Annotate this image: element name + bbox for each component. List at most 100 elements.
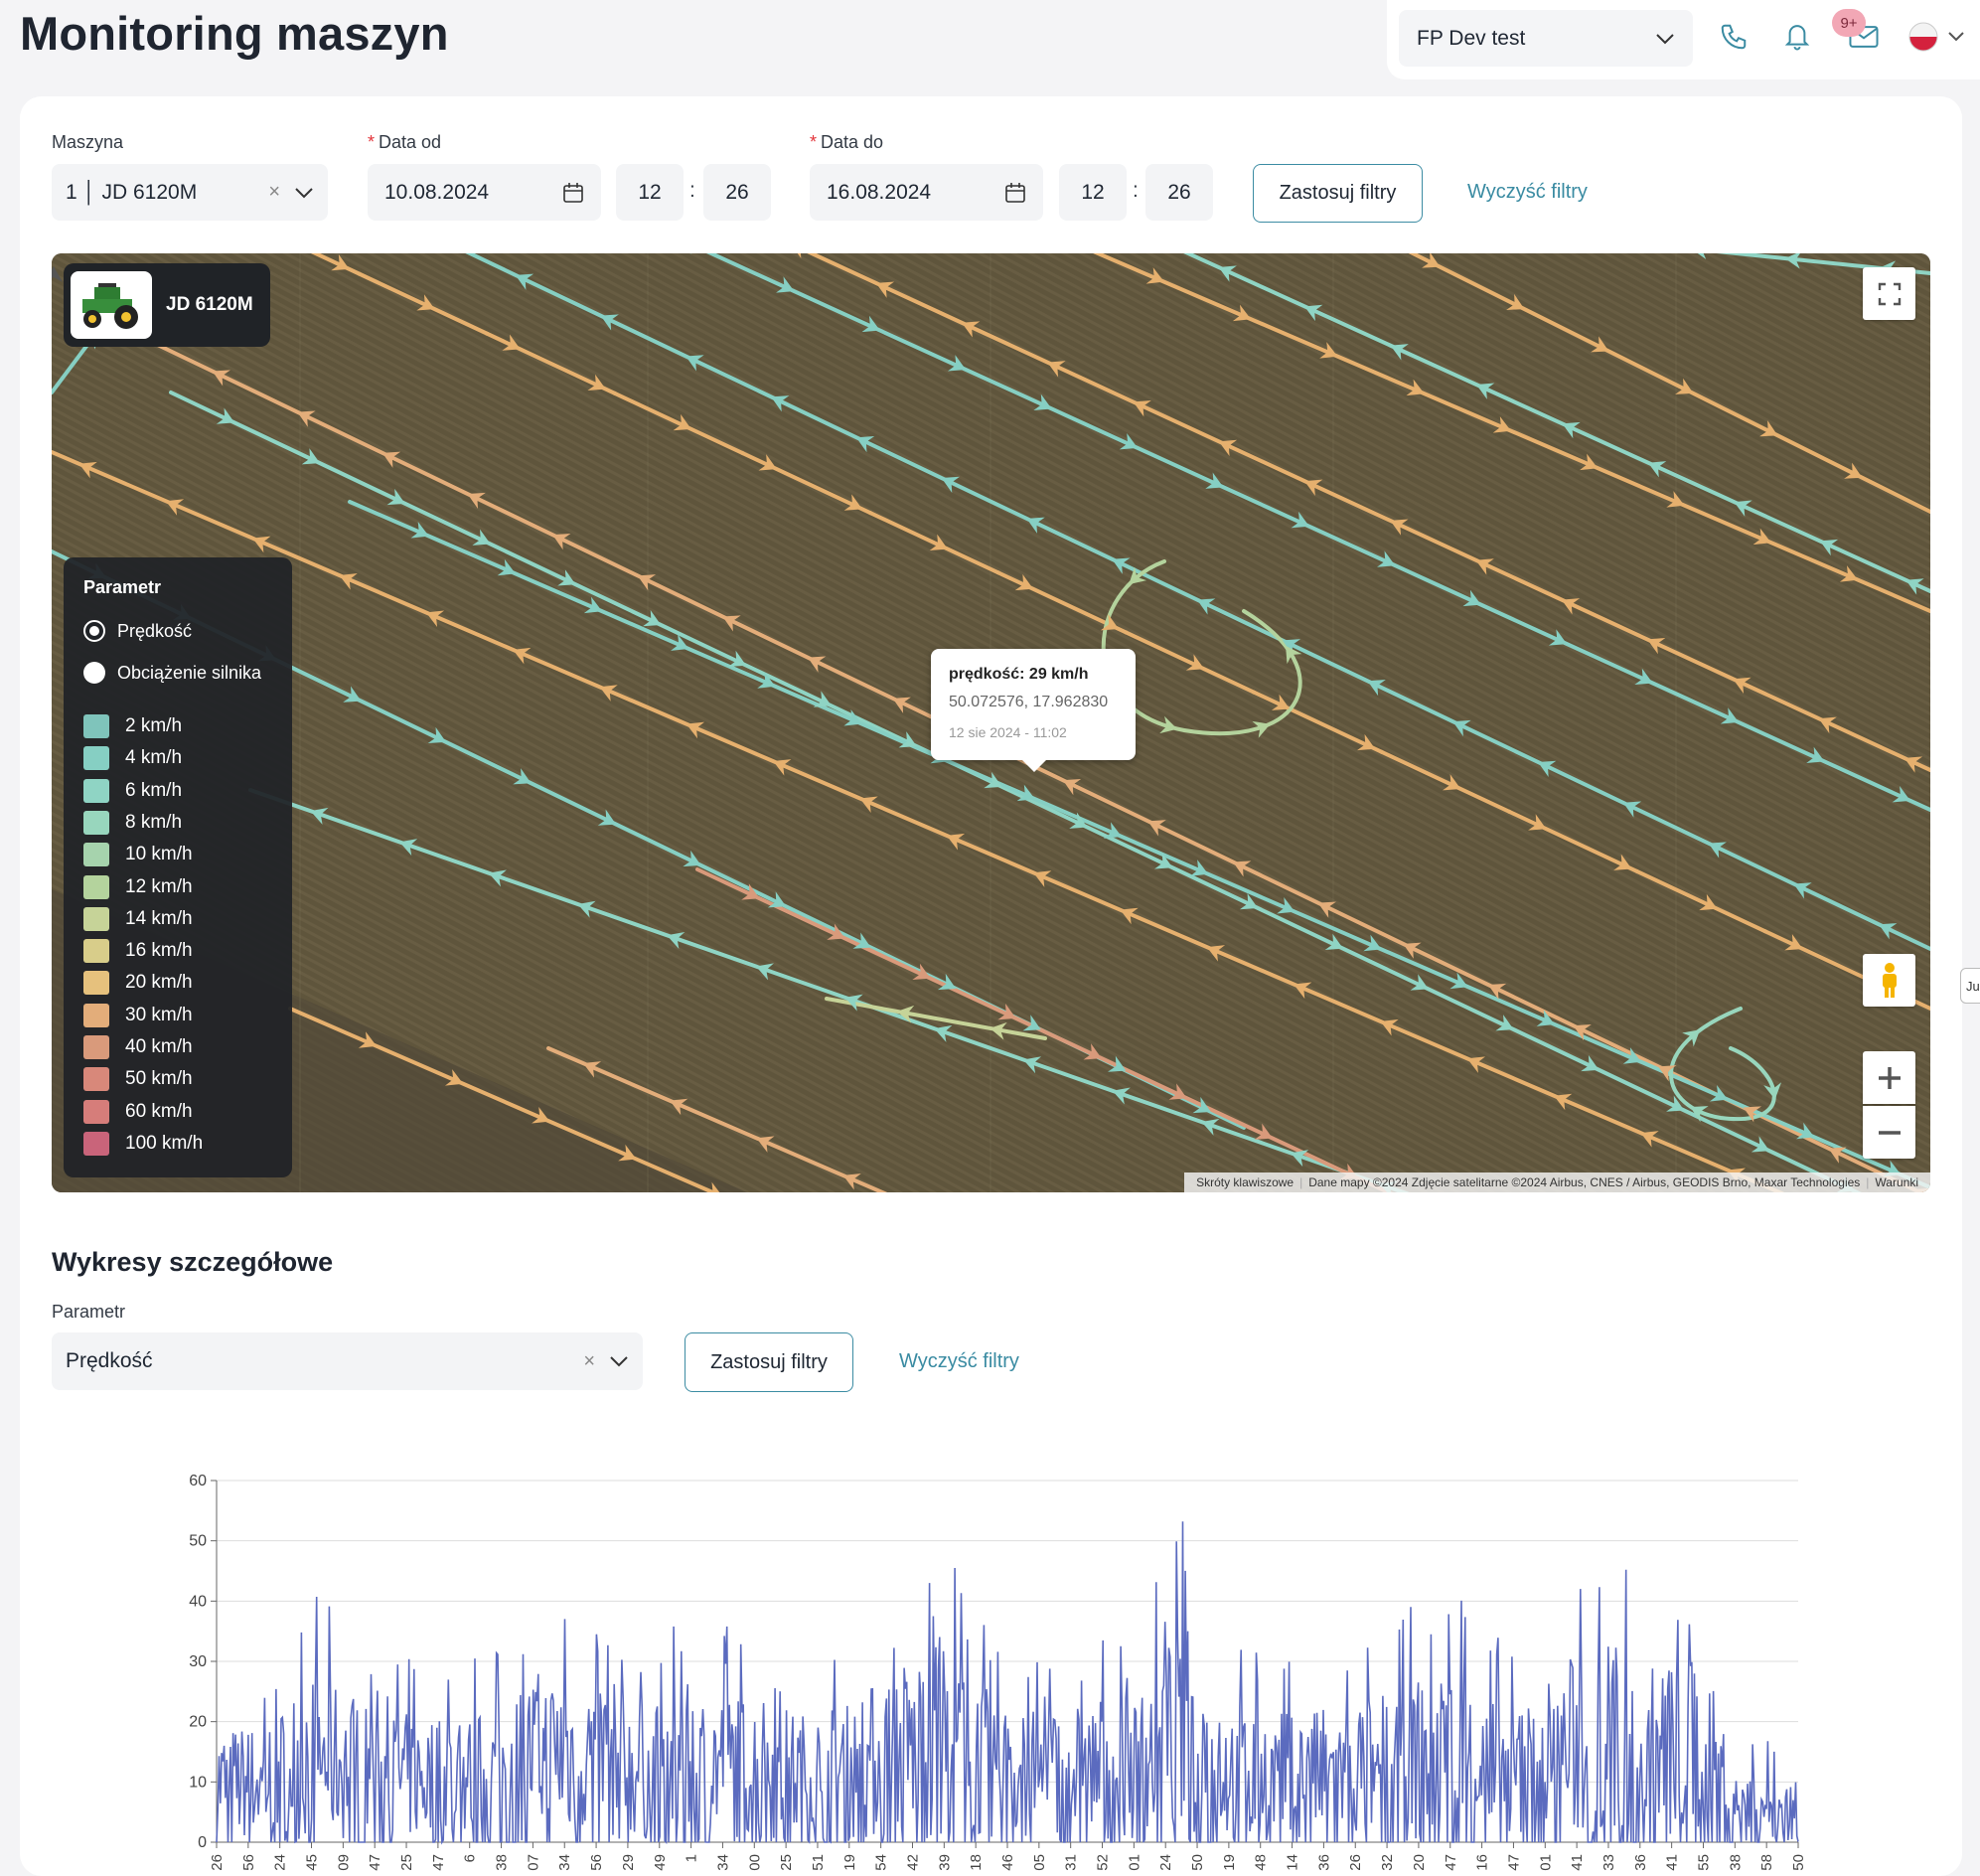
language-chevron-icon[interactable] <box>1947 31 1965 43</box>
tractor-icon <box>82 283 138 329</box>
x-tick-label: 09 <box>335 1854 352 1871</box>
scale-swatch <box>83 971 109 996</box>
time-separator: : <box>1133 179 1139 202</box>
date-from-label: * Data od <box>368 132 442 152</box>
clear-x-icon[interactable]: × <box>583 1350 595 1373</box>
bell-icon[interactable] <box>1782 20 1812 52</box>
minus-icon <box>1878 1130 1901 1135</box>
date-from-hour[interactable]: 12 <box>616 164 684 221</box>
terms-link[interactable]: Warunki <box>1869 1175 1924 1189</box>
keyboard-shortcuts-link[interactable]: Skróty klawiszowe <box>1190 1175 1299 1189</box>
tooltip-time: 12 sie 2024 - 11:02 <box>949 724 1067 740</box>
scale-label: 60 km/h <box>125 1100 193 1122</box>
x-tick-label: 33 <box>1600 1854 1617 1871</box>
x-tick-label: 47 <box>1505 1854 1522 1871</box>
phone-icon[interactable] <box>1719 22 1749 52</box>
scale-item: 50 km/h <box>83 1067 193 1092</box>
poland-flag-icon[interactable] <box>1908 22 1938 52</box>
date-to-input[interactable]: 16.08.2024 <box>810 164 1043 221</box>
tooltip-coordinates: 50.072576, 17.962830 <box>949 694 1109 710</box>
street-view-button[interactable] <box>1863 954 1915 1007</box>
speed-series-line <box>216 1521 1799 1845</box>
x-tick-label: 24 <box>272 1854 289 1871</box>
x-tick-label: 25 <box>778 1854 795 1871</box>
x-tick-label: 38 <box>494 1854 511 1871</box>
scale-item: 40 km/h <box>83 1035 193 1059</box>
x-tick-label: 16 <box>1474 1854 1491 1871</box>
x-tick-label: 18 <box>968 1854 985 1871</box>
scale-swatch <box>83 714 109 738</box>
scale-item: 30 km/h <box>83 1003 193 1027</box>
details-clear-filters-button[interactable]: Wyczyść filtry <box>899 1332 1019 1390</box>
chevron-down-icon <box>1656 33 1674 44</box>
side-tab[interactable]: Ju <box>1960 968 1980 1004</box>
scale-swatch <box>83 1099 109 1124</box>
x-tick-label: 00 <box>746 1854 763 1871</box>
scale-label: 2 km/h <box>125 715 183 736</box>
x-tick-label: 39 <box>936 1854 953 1871</box>
chevron-down-icon <box>610 1356 628 1367</box>
x-tick-label: 47 <box>367 1854 383 1871</box>
machine-chip[interactable]: JD 6120M <box>64 263 270 347</box>
x-tick-label: 47 <box>1443 1854 1459 1871</box>
scale-item: 10 km/h <box>83 843 193 867</box>
x-tick-label: 52 <box>1095 1854 1112 1871</box>
x-tick-label: 51 <box>810 1854 827 1871</box>
clear-filters-button[interactable]: Wyczyść filtry <box>1467 164 1588 221</box>
x-tick-label: 36 <box>1315 1854 1332 1871</box>
x-tick-label: 56 <box>240 1854 257 1871</box>
param-select[interactable]: Prędkość × <box>52 1332 643 1390</box>
x-tick-label: 45 <box>304 1854 321 1871</box>
time-separator: : <box>689 179 695 202</box>
details-apply-filters-button[interactable]: Zastosuj filtry <box>685 1332 853 1392</box>
machine-label: Maszyna <box>52 132 124 152</box>
fullscreen-button[interactable] <box>1863 267 1915 320</box>
company-select[interactable]: FP Dev test <box>1399 10 1693 67</box>
x-tick-label: 01 <box>1537 1854 1554 1871</box>
zoom-in-button[interactable] <box>1863 1051 1915 1104</box>
machine-select[interactable]: 1 │ JD 6120M × <box>52 164 328 221</box>
x-tick-label: 26 <box>209 1854 226 1871</box>
date-from-minute[interactable]: 26 <box>703 164 771 221</box>
clear-x-icon[interactable]: × <box>268 181 280 204</box>
x-tick-label: 25 <box>398 1854 415 1871</box>
x-tick-label: 24 <box>1157 1854 1174 1871</box>
param-label: Parametr <box>52 1302 126 1322</box>
page-title: Monitoring maszyn <box>20 7 449 60</box>
scale-swatch <box>83 746 109 771</box>
date-to-hour[interactable]: 12 <box>1059 164 1127 221</box>
apply-filters-button[interactable]: Zastosuj filtry <box>1253 164 1423 223</box>
param-option-speed[interactable]: Prędkość <box>83 620 192 642</box>
legend-title: Parametr <box>83 577 162 597</box>
pegman-icon <box>1882 962 1897 998</box>
scale-swatch <box>83 843 109 867</box>
x-tick-label: 41 <box>1569 1854 1586 1871</box>
x-tick-label: 19 <box>841 1854 858 1871</box>
param-option-engine-load[interactable]: Obciążenie silnika <box>83 662 261 684</box>
date-from-input[interactable]: 10.08.2024 <box>368 164 601 221</box>
y-tick-label: 60 <box>189 1473 207 1489</box>
scale-label: 30 km/h <box>125 1004 193 1025</box>
scale-item: 14 km/h <box>83 906 193 931</box>
x-tick-label: 07 <box>525 1854 541 1871</box>
date-to-label: * Data do <box>810 132 884 152</box>
date-to-value: 16.08.2024 <box>827 180 932 204</box>
date-to-minute[interactable]: 26 <box>1145 164 1213 221</box>
scale-swatch <box>83 1035 109 1059</box>
x-tick-label: 6 <box>462 1854 479 1862</box>
tractor-thumbnail <box>71 271 152 339</box>
radio-selected-icon[interactable] <box>83 620 105 642</box>
map[interactable]: JD 6120M Parametr Prędkość Obciążenie si… <box>52 253 1930 1192</box>
scale-item: 12 km/h <box>83 874 193 899</box>
x-tick-label: 56 <box>588 1854 605 1871</box>
param-select-value: Prędkość <box>66 1349 153 1372</box>
zoom-out-button[interactable] <box>1863 1106 1915 1159</box>
x-tick-label: 38 <box>1727 1854 1744 1871</box>
scale-swatch <box>83 939 109 964</box>
y-tick-label: 0 <box>198 1834 207 1851</box>
radio-unselected-icon[interactable] <box>83 662 105 684</box>
calendar-icon <box>1005 182 1025 203</box>
x-tick-label: 19 <box>1221 1854 1238 1871</box>
date-from-value: 10.08.2024 <box>384 180 490 204</box>
x-tick-label: 36 <box>1632 1854 1649 1871</box>
